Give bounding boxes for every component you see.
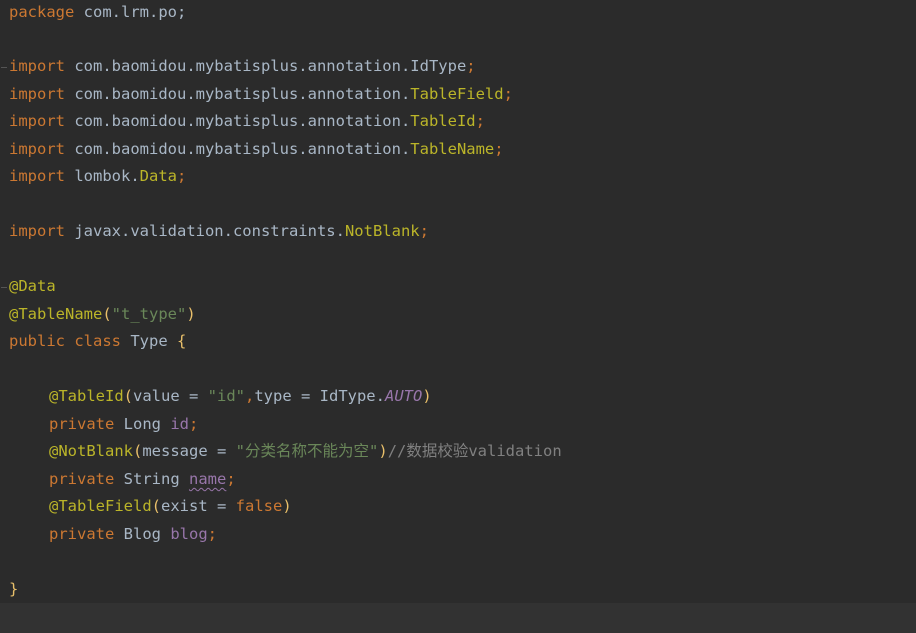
field-name: id	[170, 415, 189, 433]
import-package: com.baomidou.mybatisplus.annotation.	[65, 140, 411, 158]
keyword: private	[49, 470, 115, 488]
class-name: Type	[121, 332, 178, 350]
code-line-annotation[interactable]: @Data	[9, 273, 56, 299]
semicolon: ;	[189, 415, 199, 433]
import-class: TableField	[410, 85, 504, 103]
semicolon: ;	[419, 222, 429, 240]
import-class: NotBlank	[344, 222, 420, 240]
code-line-field[interactable]: private Long id;	[49, 411, 198, 437]
code-editor[interactable]: package com.lrm.po; import com.baomidou.…	[0, 0, 916, 633]
semicolon: ;	[494, 140, 504, 158]
paren: )	[186, 305, 196, 323]
brace: {	[177, 332, 187, 350]
import-class: TableId	[410, 112, 476, 130]
brace: }	[9, 580, 19, 598]
code-line-import[interactable]: import lombok.Data;	[9, 163, 186, 189]
fold-marker-icon[interactable]	[1, 67, 7, 68]
keyword: private	[49, 415, 115, 433]
semicolon: ;	[207, 525, 217, 543]
keyword: public	[9, 332, 65, 350]
paren: (	[102, 305, 112, 323]
annotation-arg: exist =	[161, 497, 236, 515]
package-name: com.lrm.po;	[74, 3, 187, 21]
code-line-class-declaration[interactable]: public class Type {	[9, 328, 186, 354]
paren: )	[282, 497, 292, 515]
import-package: com.baomidou.mybatisplus.annotation.	[65, 112, 411, 130]
string-literal: "id"	[207, 387, 245, 405]
paren: )	[378, 442, 388, 460]
import-package: lombok.	[65, 167, 140, 185]
keyword: import	[9, 222, 65, 240]
annotation-arg: type = IdType.	[254, 387, 385, 405]
keyword: import	[9, 140, 65, 158]
field-type: Long	[114, 415, 171, 433]
import-class: Data	[139, 167, 177, 185]
semicolon: ;	[466, 57, 476, 75]
code-line-annotation[interactable]: @NotBlank(message = "分类名称不能为空")//数据校验val…	[49, 438, 562, 464]
keyword: import	[9, 112, 65, 130]
paren: (	[123, 387, 133, 405]
semicolon: ;	[176, 167, 187, 185]
code-line-annotation[interactable]: @TableField(exist = false)	[49, 493, 292, 519]
import-class: IdType	[410, 57, 467, 75]
keyword: private	[49, 525, 115, 543]
line-comment: //数据校验validation	[387, 442, 562, 460]
string-literal: "分类名称不能为空"	[235, 442, 379, 460]
string-literal: "t_type"	[111, 305, 187, 323]
code-line-package[interactable]: package com.lrm.po;	[9, 0, 186, 25]
import-package: com.baomidou.mybatisplus.annotation.	[65, 57, 411, 75]
import-package: com.baomidou.mybatisplus.annotation.	[65, 85, 411, 103]
fold-marker-icon[interactable]	[1, 287, 7, 288]
code-line-field[interactable]: private String name;	[49, 466, 236, 492]
paren: (	[133, 442, 143, 460]
semicolon: ;	[475, 112, 485, 130]
semicolon: ;	[226, 470, 236, 488]
enum-constant: AUTO	[384, 387, 423, 405]
code-line-closing-brace[interactable]: }	[9, 576, 18, 602]
code-line-import[interactable]: import com.baomidou.mybatisplus.annotati…	[9, 81, 513, 107]
code-line-field[interactable]: private Blog blog;	[49, 521, 217, 547]
keyword: import	[9, 167, 65, 185]
paren: (	[151, 497, 161, 515]
annotation: @TableField	[49, 497, 152, 515]
paren: )	[422, 387, 432, 405]
code-line-import[interactable]: import com.baomidou.mybatisplus.annotati…	[9, 136, 504, 162]
import-package: javax.validation.constraints.	[65, 222, 345, 240]
keyword: import	[9, 85, 65, 103]
field-name-warning[interactable]: name	[189, 470, 226, 488]
keyword: class	[74, 332, 122, 350]
field-name: blog	[170, 525, 208, 543]
code-line-import[interactable]: import com.baomidou.mybatisplus.annotati…	[9, 53, 476, 79]
field-type: String	[114, 470, 189, 488]
annotation: @TableName	[9, 305, 103, 323]
import-class: TableName	[410, 140, 495, 158]
semicolon: ;	[503, 85, 513, 103]
keyword: import	[9, 57, 65, 75]
code-line-annotation[interactable]: @TableName("t_type")	[9, 301, 196, 327]
annotation-arg: message =	[142, 442, 236, 460]
comma: ,	[244, 387, 255, 405]
code-line-import[interactable]: import com.baomidou.mybatisplus.annotati…	[9, 108, 485, 134]
field-type: Blog	[114, 525, 171, 543]
current-line-highlight	[0, 603, 916, 633]
code-line-annotation[interactable]: @TableId(value = "id",type = IdType.AUTO…	[49, 383, 432, 409]
annotation-arg: value =	[133, 387, 208, 405]
annotation: @Data	[9, 277, 56, 295]
annotation: @NotBlank	[49, 442, 133, 460]
keyword: package	[9, 3, 75, 21]
code-line-import[interactable]: import javax.validation.constraints.NotB…	[9, 218, 429, 244]
annotation: @TableId	[49, 387, 124, 405]
keyword: false	[235, 497, 283, 515]
